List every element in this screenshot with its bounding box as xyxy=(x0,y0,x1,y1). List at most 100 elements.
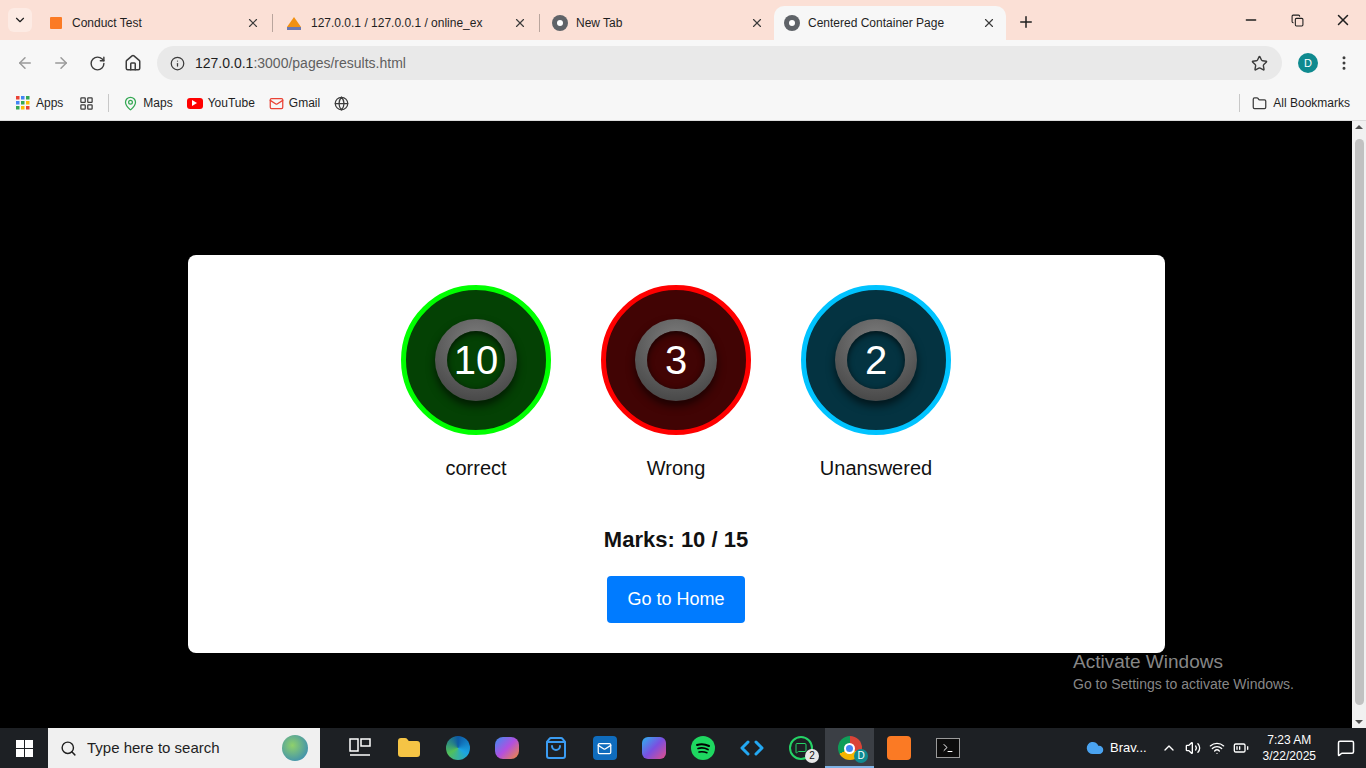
folder-icon xyxy=(1252,96,1267,111)
close-tab-icon[interactable] xyxy=(750,16,764,30)
tab-title: New Tab xyxy=(576,14,742,32)
reload-icon xyxy=(89,55,106,72)
stat-ring: 2 xyxy=(801,285,951,435)
page-viewport: 10correct3Wrong2UnansweredMarks: 10 / 15… xyxy=(0,121,1366,728)
stat-knob: 3 xyxy=(635,319,717,401)
tab-title: Centered Container Page xyxy=(808,14,974,32)
site-info-button[interactable] xyxy=(165,51,189,75)
close-tab-icon[interactable] xyxy=(982,16,996,30)
clock-time: 7:23 AM xyxy=(1267,732,1311,748)
terminal-icon xyxy=(936,738,960,758)
taskbar-app[interactable] xyxy=(727,728,776,768)
back-button[interactable] xyxy=(8,46,42,80)
close-tab-icon[interactable] xyxy=(246,16,260,30)
task-view-icon xyxy=(349,738,371,758)
bookmark-item[interactable]: Gmail xyxy=(269,94,320,112)
taskbar-app[interactable] xyxy=(433,728,482,768)
stat-label: correct xyxy=(445,453,506,483)
tab-separator xyxy=(539,14,540,32)
taskbar-app[interactable] xyxy=(678,728,727,768)
address-bar[interactable]: 127.0.0.1:3000/pages/results.html xyxy=(157,46,1282,80)
url-text: 127.0.0.1:3000/pages/results.html xyxy=(195,53,406,74)
menu-icon xyxy=(1335,54,1353,72)
taskbar-search[interactable]: Type here to search xyxy=(48,728,320,768)
volume-icon[interactable] xyxy=(1185,740,1201,756)
forward-button[interactable] xyxy=(44,46,78,80)
clock[interactable]: 7:23 AM3/22/2025 xyxy=(1259,732,1320,764)
page-background: 10correct3Wrong2UnansweredMarks: 10 / 15… xyxy=(0,121,1352,728)
profile-avatar[interactable]: D xyxy=(1298,53,1318,73)
browser-tab[interactable]: 127.0.0.1 / 127.0.0.1 / online_ex xyxy=(275,6,537,40)
widget-icon xyxy=(1086,739,1104,757)
search-highlight-icon xyxy=(282,735,308,761)
weather-widget[interactable]: Brav... xyxy=(1086,738,1147,758)
site-info-icon xyxy=(170,56,185,71)
bookmark-star-icon[interactable] xyxy=(1251,55,1268,72)
globe-icon[interactable] xyxy=(334,96,349,111)
all-bookmarks[interactable]: All Bookmarks xyxy=(1252,94,1350,112)
results-row: 10correct3Wrong2Unanswered xyxy=(401,285,951,483)
scrollbar[interactable] xyxy=(1352,121,1366,728)
stat-core: 2 xyxy=(847,331,905,389)
browser-tab[interactable]: Centered Container Page xyxy=(774,6,1006,40)
chevron-down-icon xyxy=(13,13,27,27)
taskbar-app[interactable] xyxy=(531,728,580,768)
stat-core: 3 xyxy=(647,331,705,389)
reload-button[interactable] xyxy=(80,46,114,80)
scrollbar-thumb[interactable] xyxy=(1355,139,1364,705)
home-button[interactable] xyxy=(116,46,150,80)
tab-list: Conduct Test127.0.0.1 / 127.0.0.1 / onli… xyxy=(38,0,1006,40)
minimize-icon xyxy=(1243,12,1259,28)
network-icon[interactable] xyxy=(1209,740,1225,756)
stat-ring: 10 xyxy=(401,285,551,435)
home-button[interactable]: Go to Home xyxy=(607,576,744,623)
xampp-icon xyxy=(48,15,64,31)
bookmark-item[interactable]: Maps xyxy=(123,94,172,112)
tab-groups-icon[interactable] xyxy=(79,96,94,111)
taskbar-app[interactable]: 2 xyxy=(776,728,825,768)
search-icon xyxy=(60,740,77,757)
system-tray xyxy=(1161,740,1249,756)
copilot-icon xyxy=(495,737,519,759)
browser-tab[interactable]: New Tab xyxy=(542,6,774,40)
taskbar-app[interactable] xyxy=(629,728,678,768)
edge-icon xyxy=(446,736,470,760)
plus-icon xyxy=(1017,13,1035,31)
taskbar-app[interactable] xyxy=(874,728,923,768)
taskbar-app[interactable] xyxy=(384,728,433,768)
notifications-button[interactable] xyxy=(1326,728,1366,768)
restore-button[interactable] xyxy=(1274,0,1320,40)
taskbar-app[interactable] xyxy=(580,728,629,768)
browser-tab[interactable]: Conduct Test xyxy=(38,6,270,40)
close-tab-icon[interactable] xyxy=(513,16,527,30)
stat-knob: 2 xyxy=(835,319,917,401)
activation-watermark: Activate WindowsGo to Settings to activa… xyxy=(1073,650,1294,694)
bookmark-item[interactable]: Apps xyxy=(16,94,63,112)
result-stat: 3 Wrong xyxy=(601,285,751,483)
close-icon xyxy=(1334,11,1352,29)
taskbar-app[interactable] xyxy=(482,728,531,768)
stat-knob: 10 xyxy=(435,319,517,401)
stat-label: Wrong xyxy=(647,453,706,483)
marks-text: Marks: 10 / 15 xyxy=(604,523,748,556)
battery-icon[interactable] xyxy=(1233,740,1249,756)
taskbar-app[interactable]: D xyxy=(825,728,874,768)
taskbar-app[interactable] xyxy=(923,728,972,768)
close-button[interactable] xyxy=(1320,0,1366,40)
tab-search-button[interactable] xyxy=(8,8,32,32)
xampp-icon xyxy=(887,736,911,760)
tray-expand-icon[interactable] xyxy=(1161,740,1177,756)
start-button[interactable] xyxy=(0,728,48,768)
file-explorer-icon xyxy=(397,736,421,760)
new-tab-button[interactable] xyxy=(1014,10,1038,34)
bookmark-item[interactable]: YouTube xyxy=(187,94,255,112)
vscode-icon xyxy=(740,736,764,760)
taskbar: Type here to search 2D Brav... 7:23 AM3/22/… xyxy=(0,728,1366,768)
bookmarks-bar: Apps Maps YouTube Gmail All Bookmarks xyxy=(0,86,1366,121)
menu-button[interactable] xyxy=(1330,49,1358,77)
home-icon xyxy=(124,54,142,72)
stat-count: 10 xyxy=(454,340,499,380)
minimize-button[interactable] xyxy=(1228,0,1274,40)
stat-core: 10 xyxy=(447,331,505,389)
taskbar-app[interactable] xyxy=(335,728,384,768)
